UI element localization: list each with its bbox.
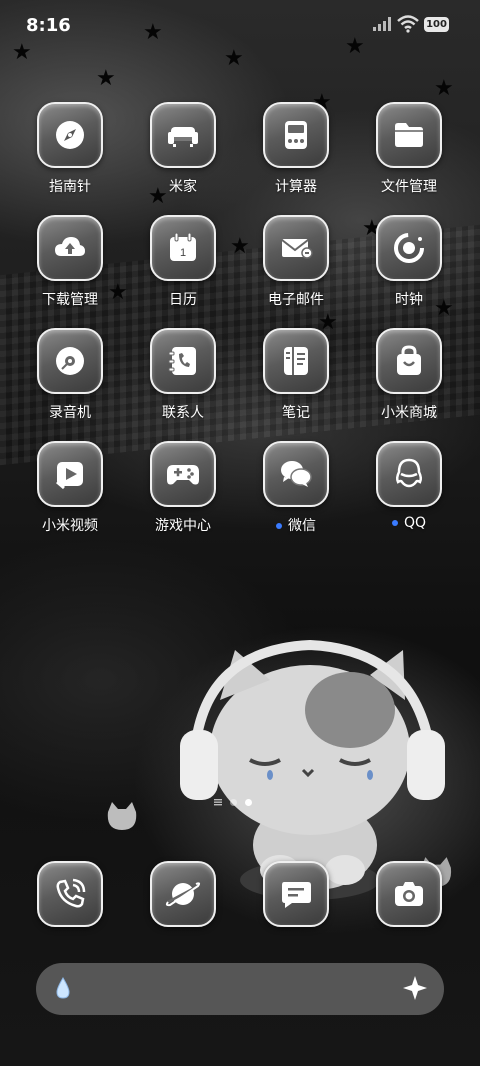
app-label: 下载管理 <box>42 292 98 308</box>
app-label: 小米商城 <box>381 405 437 421</box>
compass-icon[interactable] <box>37 102 103 168</box>
calculator-icon[interactable] <box>263 102 329 168</box>
app-mijia[interactable]: 米家 <box>128 102 238 196</box>
app-calculator[interactable]: 计算器 <box>241 102 351 196</box>
app-mi-store[interactable]: 小米商城 <box>354 328 464 422</box>
sparkle-icon[interactable] <box>402 975 428 1001</box>
dock-camera[interactable] <box>354 861 464 927</box>
wallpaper-small-cat <box>107 802 137 830</box>
dock-browser[interactable] <box>128 861 238 927</box>
notification-dot <box>276 523 282 529</box>
app-label: 时钟 <box>395 292 423 308</box>
chat-bubbles-icon[interactable] <box>263 441 329 507</box>
message-icon[interactable] <box>263 861 329 927</box>
status-time: 8:16 <box>26 15 71 36</box>
wallpaper-star-icon: ★ <box>434 76 454 101</box>
app-recorder[interactable]: 录音机 <box>15 328 125 422</box>
gamepad-icon[interactable] <box>150 441 216 507</box>
app-file-manager[interactable]: 文件管理 <box>354 102 464 196</box>
video-play-icon[interactable] <box>37 441 103 507</box>
wallpaper-star-icon: ★ <box>96 66 116 91</box>
folder-icon[interactable] <box>376 102 442 168</box>
notification-dot <box>391 520 398 526</box>
page-indicator[interactable] <box>214 797 252 807</box>
page-dot[interactable] <box>230 798 237 806</box>
mail-icon[interactable] <box>263 215 329 281</box>
app-label: QQ <box>354 515 464 531</box>
dock-phone[interactable] <box>15 861 125 927</box>
sofa-icon[interactable] <box>150 102 216 168</box>
status-bar: 8:16 100 <box>0 0 480 50</box>
app-compass[interactable]: 指南针 <box>15 102 125 196</box>
phone-icon[interactable] <box>37 861 103 927</box>
app-label: 游戏中心 <box>155 518 211 534</box>
app-game-center[interactable]: 游戏中心 <box>128 441 238 535</box>
camera-icon[interactable] <box>376 861 442 927</box>
notes-icon[interactable] <box>263 328 329 394</box>
battery-indicator: 100 <box>424 17 449 32</box>
page-dot-active[interactable] <box>245 798 252 806</box>
recorder-icon[interactable] <box>37 328 103 394</box>
cellular-signal-icon <box>373 17 391 31</box>
app-label: 计算器 <box>275 179 317 195</box>
app-label: 微信 <box>241 515 351 535</box>
app-label: 联系人 <box>162 405 204 421</box>
dock-messages[interactable] <box>241 861 351 927</box>
page-list-icon <box>214 799 222 806</box>
calendar-day: 1 <box>180 247 186 259</box>
app-downloads[interactable]: 下载管理 <box>15 215 125 309</box>
app-calendar[interactable]: 1 日历 <box>128 215 238 309</box>
penguin-icon[interactable] <box>376 441 442 507</box>
wifi-icon <box>397 15 419 33</box>
app-label: 文件管理 <box>381 179 437 195</box>
clock-icon[interactable] <box>376 215 442 281</box>
app-contacts[interactable]: 联系人 <box>128 328 238 422</box>
app-qq[interactable]: QQ <box>354 441 464 531</box>
app-notes[interactable]: 笔记 <box>241 328 351 422</box>
app-label: 小米视频 <box>42 518 98 534</box>
app-label: 笔记 <box>282 405 310 421</box>
wallpaper-mascot <box>180 639 445 900</box>
app-label: 日历 <box>169 292 197 308</box>
wallpaper-star-icon: ★ <box>224 46 244 71</box>
app-label: 电子邮件 <box>268 292 324 308</box>
app-label: 指南针 <box>49 179 91 195</box>
calendar-icon[interactable]: 1 <box>150 215 216 281</box>
app-label: 录音机 <box>49 405 91 421</box>
app-wechat[interactable]: 微信 <box>241 441 351 535</box>
contacts-icon[interactable] <box>150 328 216 394</box>
app-email[interactable]: 电子邮件 <box>241 215 351 309</box>
cloud-download-icon[interactable] <box>37 215 103 281</box>
search-bar[interactable] <box>36 963 444 1015</box>
app-clock[interactable]: 时钟 <box>354 215 464 309</box>
water-drop-icon <box>56 977 70 999</box>
planet-icon[interactable] <box>150 861 216 927</box>
app-mi-video[interactable]: 小米视频 <box>15 441 125 535</box>
shopping-bag-icon[interactable] <box>376 328 442 394</box>
app-label: 米家 <box>169 179 197 195</box>
